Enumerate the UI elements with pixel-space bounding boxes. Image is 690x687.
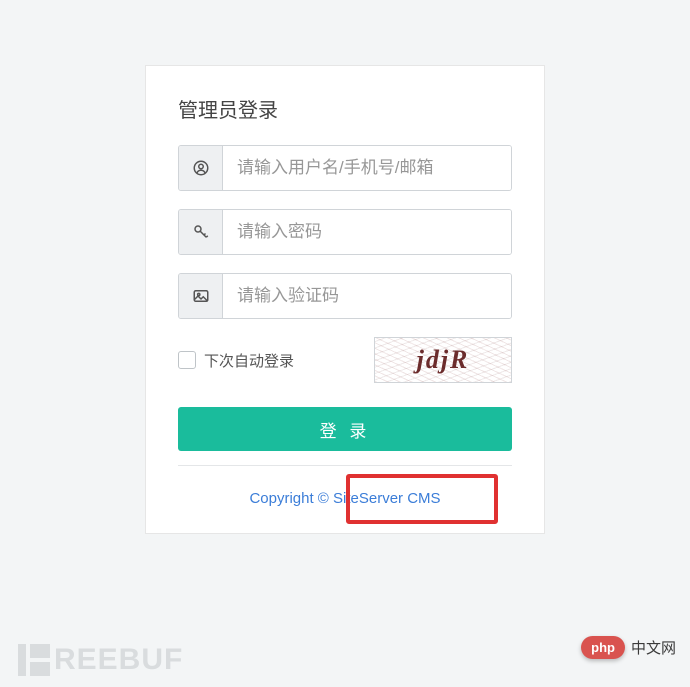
key-icon xyxy=(179,210,223,254)
login-button[interactable]: 登 录 xyxy=(178,407,512,451)
user-icon xyxy=(179,146,223,190)
remember-label: 下次自动登录 xyxy=(204,350,294,371)
freebuf-icon xyxy=(18,644,50,676)
image-icon xyxy=(179,274,223,318)
copyright-row: Copyright © SiteServer CMS xyxy=(178,482,512,515)
copyright-link[interactable]: Copyright © SiteServer CMS xyxy=(249,490,440,507)
remember-checkbox[interactable] xyxy=(178,351,196,369)
php-watermark: php 中文网 xyxy=(581,636,676,659)
divider xyxy=(178,465,512,466)
captcha-image[interactable]: jdjR xyxy=(374,337,512,383)
captcha-text: jdjR xyxy=(417,345,470,375)
freebuf-text: REEBUF xyxy=(54,643,183,677)
remember-label-wrap[interactable]: 下次自动登录 xyxy=(178,350,294,371)
php-text: 中文网 xyxy=(631,637,676,658)
password-input[interactable] xyxy=(223,210,511,254)
remember-captcha-row: 下次自动登录 jdjR xyxy=(178,337,512,383)
password-group xyxy=(178,209,512,255)
captcha-group xyxy=(178,273,512,319)
username-group xyxy=(178,145,512,191)
php-pill: php xyxy=(581,636,625,659)
username-input[interactable] xyxy=(223,146,511,190)
freebuf-watermark: REEBUF xyxy=(18,643,183,677)
captcha-input[interactable] xyxy=(223,274,511,318)
login-card: 管理员登录 下次自动登录 jdjR 登 录 Copyright © SiteSe… xyxy=(145,65,545,534)
card-title: 管理员登录 xyxy=(178,94,512,123)
